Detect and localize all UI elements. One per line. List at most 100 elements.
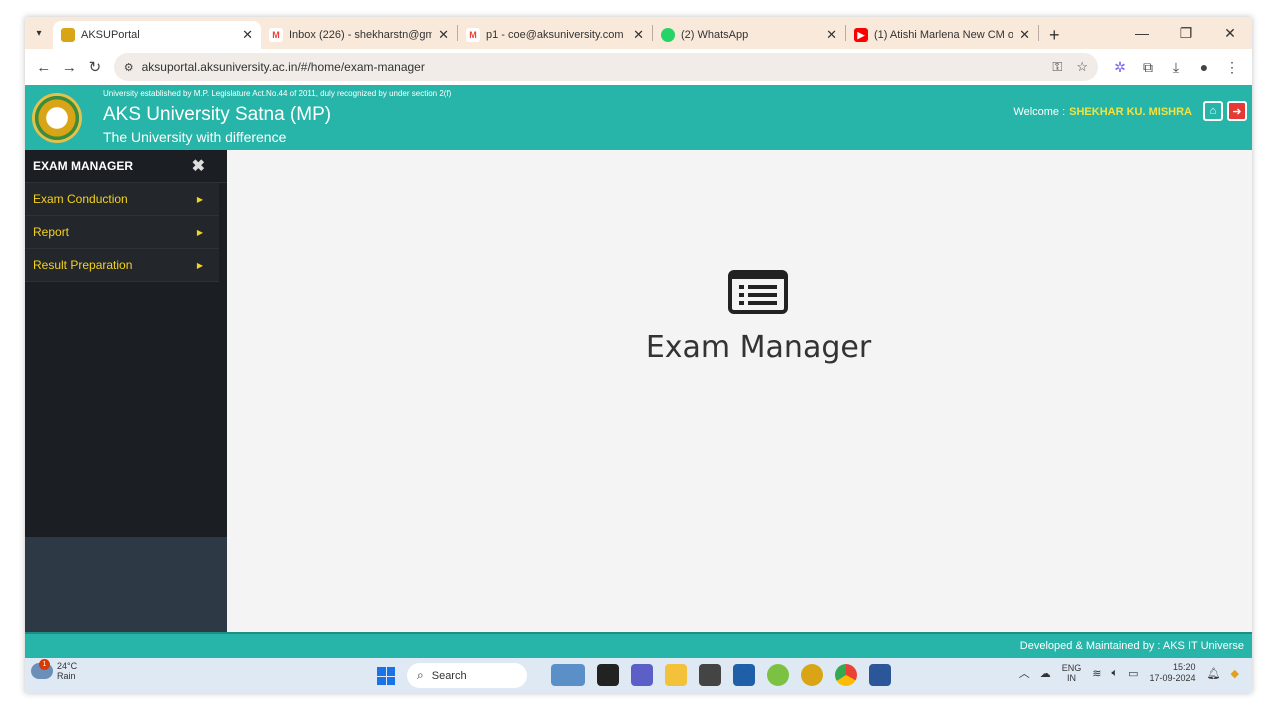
close-window-icon[interactable]: ✕	[1208, 17, 1252, 49]
list-alt-icon	[728, 270, 788, 314]
tab-title: Inbox (226) - shekharstn@gmai	[289, 29, 433, 41]
toolbar-actions: ✲ ⧉ ⤓ ● ⋮	[1106, 59, 1246, 76]
youtube-icon: ▶	[854, 28, 868, 42]
welcome-label: Welcome :	[1013, 106, 1066, 118]
system-tray: ︿ ☁ ENG IN ≋ 🔈︎ ▭ 15:20 17-09-2024 🔔︎ ◆	[1014, 662, 1244, 684]
aks-app-icon[interactable]	[801, 664, 823, 686]
back-icon[interactable]: ←	[31, 54, 57, 80]
sidebar-item-label: Report	[33, 225, 70, 239]
close-tab-icon[interactable]: ✕	[438, 27, 449, 43]
clock-date: 17-09-2024	[1149, 673, 1196, 683]
browser-toolbar: ← → ↻ ⚙ aksuportal.aksuniversity.ac.in/#…	[25, 49, 1252, 85]
close-tab-icon[interactable]: ✕	[826, 27, 837, 43]
close-tab-icon[interactable]: ✕	[633, 27, 644, 43]
sidebar-title: EXAM MANAGER	[33, 159, 134, 173]
main-content: Exam Manager	[227, 150, 1252, 632]
extensions-puzzle-icon[interactable]: ⧉	[1134, 59, 1162, 76]
sidebar-item-result-preparation[interactable]: Result Preparation ▶	[25, 249, 219, 282]
chevron-up-icon[interactable]: ︿	[1019, 665, 1030, 681]
clock[interactable]: 15:20 17-09-2024	[1150, 662, 1196, 684]
tab-search-icon[interactable]: ▾	[25, 17, 53, 49]
cloud-sync-icon[interactable]: ☁	[1040, 667, 1051, 680]
minimize-icon[interactable]: —	[1120, 17, 1164, 49]
establishment-note: University established by M.P. Legislatu…	[103, 89, 452, 98]
search-icon: ⌕	[417, 668, 424, 682]
chrome-icon[interactable]	[835, 664, 857, 686]
os-taskbar: 1 24°C Rain ⌕ Search ︿ ☁ ENG IN ≋ 🔈︎ ▭ 1…	[25, 658, 1252, 693]
whatsapp-icon	[661, 28, 675, 42]
sidebar-item-report[interactable]: Report ▶	[25, 216, 219, 249]
file-explorer-icon[interactable]	[665, 664, 687, 686]
tab-youtube[interactable]: ▶ (1) Atishi Marlena New CM of D ✕	[846, 21, 1038, 49]
tab-aksuportal[interactable]: AKSUPortal ✕	[53, 21, 261, 49]
password-key-icon[interactable]: ⚿	[1052, 59, 1062, 75]
forward-icon[interactable]: →	[57, 54, 83, 80]
notification-badge: 1	[39, 659, 50, 670]
battery-icon[interactable]: ▭	[1128, 667, 1138, 680]
teams-icon[interactable]	[631, 664, 653, 686]
extension-icon[interactable]: ✲	[1106, 59, 1134, 76]
gmail-icon: M	[269, 28, 283, 42]
wifi-icon[interactable]: ≋	[1092, 667, 1101, 680]
close-tab-icon[interactable]: ✕	[1019, 27, 1030, 43]
tab-title: (2) WhatsApp	[681, 29, 749, 41]
tab-gmail-p1[interactable]: M p1 - coe@aksuniversity.com - A ✕	[458, 21, 652, 49]
lang-code: ENG	[1061, 663, 1082, 673]
aks-favicon-icon	[61, 28, 75, 42]
download-icon[interactable]: ⤓	[1162, 59, 1190, 76]
menu-kebab-icon[interactable]: ⋮	[1218, 59, 1246, 76]
tab-title: p1 - coe@aksuniversity.com - A	[486, 29, 628, 41]
clock-time: 15:20	[1173, 662, 1196, 672]
tab-gmail-inbox[interactable]: M Inbox (226) - shekharstn@gmai ✕	[261, 21, 457, 49]
page-title: Exam Manager	[645, 330, 872, 365]
footer-credit: Developed & Maintained by : AKS IT Unive…	[1019, 640, 1244, 652]
site-info-icon[interactable]: ⚙	[124, 61, 134, 74]
notification-bell-icon[interactable]: 🔔︎	[1207, 667, 1221, 680]
windows-start-icon[interactable]	[377, 667, 395, 685]
window-controls: — ❐ ✕	[1120, 17, 1252, 49]
logout-icon[interactable]: ➜	[1227, 101, 1247, 121]
copilot-icon[interactable]: ◆	[1231, 667, 1239, 680]
university-name: AKS University Satna (MP)	[103, 104, 332, 125]
green-app-icon[interactable]	[767, 664, 789, 686]
profile-avatar-icon[interactable]: ●	[1190, 59, 1218, 75]
scanner-app-icon[interactable]	[699, 664, 721, 686]
task-view-icon[interactable]	[597, 664, 619, 686]
taskbar-apps	[545, 664, 897, 686]
caret-right-icon: ▶	[196, 260, 203, 270]
taskbar-search[interactable]: ⌕ Search	[407, 663, 527, 688]
browser-window: ▾ AKSUPortal ✕ M Inbox (226) - shekharst…	[25, 17, 1252, 693]
sidebar-item-label: Exam Conduction	[33, 192, 128, 206]
widget-fish-icon[interactable]	[551, 664, 585, 686]
caret-right-icon: ▶	[196, 194, 203, 204]
user-name: SHEKHAR KU. MISHRA	[1069, 106, 1192, 118]
university-tagline: The University with difference	[103, 129, 287, 145]
tab-title: AKSUPortal	[81, 29, 140, 41]
university-logo-icon	[32, 93, 82, 143]
calculator-icon[interactable]	[733, 664, 755, 686]
volume-icon[interactable]: 🔈︎	[1112, 667, 1119, 680]
rain-cloud-icon: 1	[31, 659, 53, 679]
url-text[interactable]: aksuportal.aksuniversity.ac.in/#/home/ex…	[142, 60, 1039, 74]
home-icon[interactable]: ⌂	[1203, 101, 1223, 121]
address-bar[interactable]: ⚙ aksuportal.aksuniversity.ac.in/#/home/…	[113, 53, 1098, 81]
sidebar-item-label: Result Preparation	[33, 258, 133, 272]
new-tab-button[interactable]: +	[1039, 21, 1070, 49]
close-tab-icon[interactable]: ✕	[242, 27, 253, 43]
search-placeholder: Search	[431, 669, 467, 682]
language-indicator[interactable]: ENG IN	[1062, 663, 1082, 683]
bookmark-star-icon[interactable]: ☆	[1076, 59, 1088, 75]
tab-whatsapp[interactable]: (2) WhatsApp ✕	[653, 21, 845, 49]
tab-strip: ▾ AKSUPortal ✕ M Inbox (226) - shekharst…	[25, 17, 1252, 49]
close-sidebar-icon[interactable]: ✖	[192, 156, 205, 176]
gmail-icon: M	[466, 28, 480, 42]
restore-icon[interactable]: ❐	[1164, 17, 1208, 49]
word-icon[interactable]	[869, 664, 891, 686]
welcome-text: Welcome : SHEKHAR KU. MISHRA	[1013, 106, 1192, 118]
sidebar-header: EXAM MANAGER ✖	[25, 150, 227, 183]
tab-title: (1) Atishi Marlena New CM of D	[874, 29, 1014, 41]
weather-widget[interactable]: 1 24°C Rain	[31, 659, 77, 681]
sidebar-item-exam-conduction[interactable]: Exam Conduction ▶	[25, 183, 219, 216]
reload-icon[interactable]: ↻	[82, 54, 108, 80]
sidebar-footer-area	[25, 537, 227, 632]
